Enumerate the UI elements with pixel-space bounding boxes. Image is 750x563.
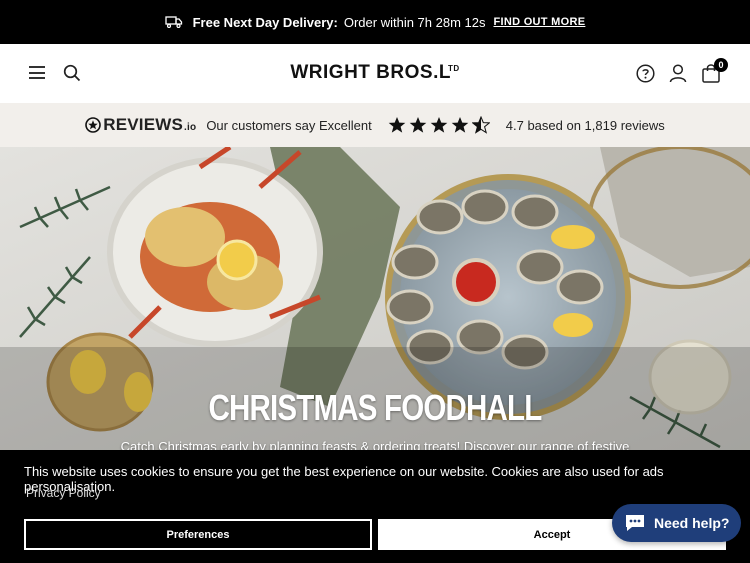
rating-stars xyxy=(388,116,490,134)
reviews-brand: REVIEWS xyxy=(103,115,184,134)
reviews-brand-suffix: .io xyxy=(184,122,197,133)
announcement-bar: Free Next Day Delivery: Order within 7h … xyxy=(0,0,750,44)
site-header: WRIGHT BROS.LTD 0 xyxy=(0,44,750,103)
delivery-truck-icon xyxy=(164,16,182,28)
cart-count-badge: 0 xyxy=(714,58,728,72)
hero-title: CHRISTMAS FOODHALL xyxy=(208,387,543,428)
star-icon xyxy=(388,117,406,133)
help-icon[interactable] xyxy=(636,64,655,83)
reviews-bar[interactable]: REVIEWS .io Our customers say Excellent 4… xyxy=(0,103,750,147)
need-help-chat-button[interactable]: Need help? xyxy=(612,504,741,542)
delivery-countdown: Order within 7h 28m 12s xyxy=(343,14,486,30)
chat-label: Need help? xyxy=(654,515,730,531)
delivery-headline: Free Next Day Delivery: xyxy=(192,14,338,30)
privacy-policy-link[interactable]: Privacy Policy xyxy=(26,486,101,500)
reviews-tagline: Our customers say Excellent xyxy=(206,117,372,133)
cookie-message: This website uses cookies to ensure you … xyxy=(24,464,664,494)
half-star-icon xyxy=(471,116,490,134)
logo-text: WRIGHT BROS.L xyxy=(290,62,451,83)
star-icon xyxy=(409,117,427,133)
find-out-more-link[interactable]: FIND OUT MORE xyxy=(493,16,585,28)
star-icon xyxy=(430,117,448,133)
chat-bubble-icon xyxy=(626,515,644,531)
star-icon xyxy=(451,117,469,133)
reviews-io-logo: REVIEWS .io xyxy=(85,115,196,135)
account-icon[interactable] xyxy=(669,64,687,83)
preferences-button[interactable]: Preferences xyxy=(24,519,372,550)
logo-superscript: TD xyxy=(447,63,460,73)
rating-summary: 4.7 based on 1,819 reviews xyxy=(505,117,665,133)
hero-subtitle: Catch Christmas early by planning feasts… xyxy=(120,439,630,450)
reviews-star-icon xyxy=(85,117,102,133)
hero-banner[interactable]: CHRISTMAS FOODHALL Catch Christmas early… xyxy=(0,147,750,450)
